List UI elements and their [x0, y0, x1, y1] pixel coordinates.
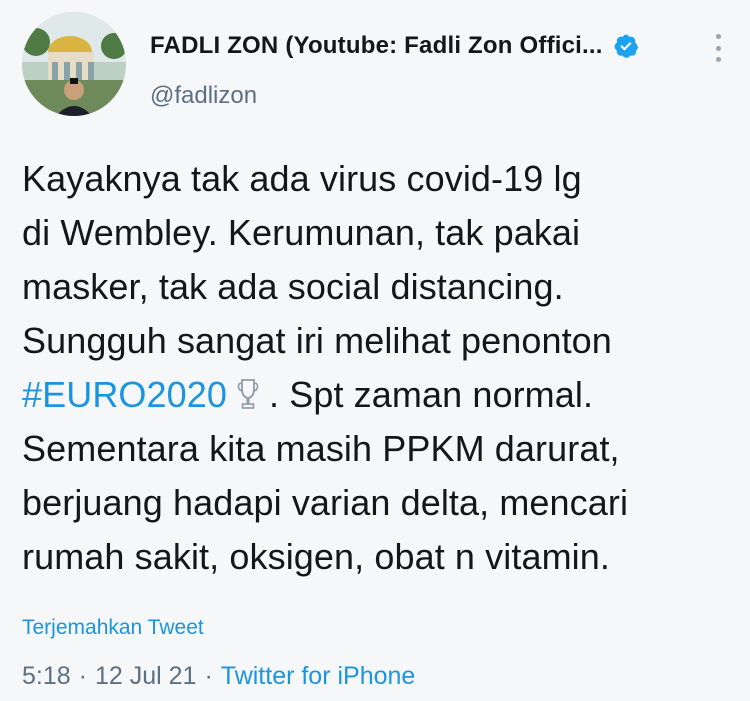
meta-separator: · [78, 662, 87, 690]
tweet-line: Kayaknya tak ada virus covid-19 lg [22, 158, 582, 199]
tweet-line-rest: . Spt zaman normal. [269, 374, 594, 415]
meta-separator: · [204, 662, 213, 690]
avatar[interactable] [22, 12, 126, 116]
tweet: FADLI ZON (Youtube: Fadli Zon Offici... … [0, 0, 750, 701]
tweet-time[interactable]: 5:18 [22, 662, 71, 691]
tweet-line: berjuang hadapi varian delta, mencari [22, 482, 629, 523]
user-handle[interactable]: @fadlizon [150, 82, 257, 110]
tweet-meta: 5:18 · 12 Jul 21 · Twitter for iPhone [22, 662, 415, 691]
avatar-image [22, 12, 126, 116]
display-name[interactable]: FADLI ZON (Youtube: Fadli Zon Offici... [150, 32, 603, 60]
tweet-header: FADLI ZON (Youtube: Fadli Zon Offici... … [22, 12, 732, 122]
tweet-date[interactable]: 12 Jul 21 [95, 662, 196, 691]
tweet-line: Sementara kita masih PPKM darurat, [22, 428, 620, 469]
tweet-text: Kayaknya tak ada virus covid-19 lg di We… [22, 152, 737, 584]
hashtag-link[interactable]: #EURO2020 [22, 374, 227, 415]
tweet-line: Sungguh sangat iri melihat penonton [22, 320, 612, 361]
trophy-icon [237, 372, 259, 409]
display-name-row: FADLI ZON (Youtube: Fadli Zon Offici... [150, 32, 639, 60]
tweet-source-link[interactable]: Twitter for iPhone [221, 662, 416, 691]
tweet-line: rumah sakit, oksigen, obat n vitamin. [22, 536, 610, 577]
translate-tweet-link[interactable]: Terjemahkan Tweet [22, 616, 204, 640]
tweet-line-hashtag: #EURO2020 . Spt zaman normal. [22, 368, 737, 422]
verified-badge-icon [613, 33, 639, 59]
tweet-line: masker, tak ada social distancing. [22, 266, 564, 307]
more-options-icon[interactable] [714, 34, 722, 62]
tweet-line: di Wembley. Kerumunan, tak pakai [22, 212, 581, 253]
